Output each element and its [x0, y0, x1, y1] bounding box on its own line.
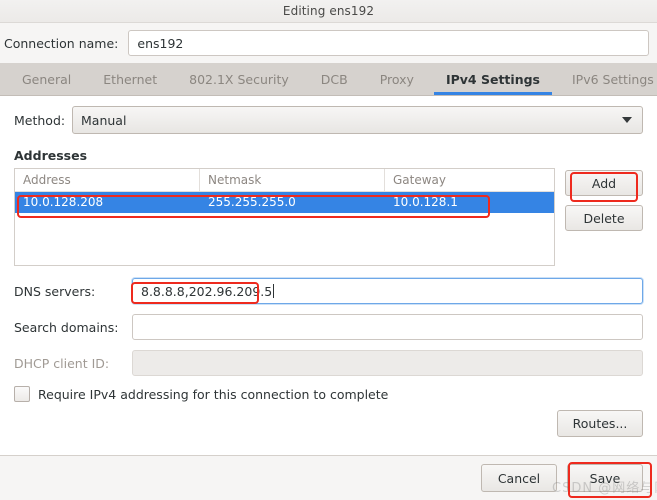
dhcp-client-id-label: DHCP client ID: [14, 355, 110, 371]
require-ipv4-row[interactable]: Require IPv4 addressing for this connect… [14, 386, 643, 402]
search-domains-label: Search domains: [14, 319, 119, 335]
tab-ethernet[interactable]: Ethernet [87, 63, 173, 95]
tab-proxy[interactable]: Proxy [364, 63, 430, 95]
cell-gateway: 10.0.128.1 [393, 195, 458, 209]
search-domains-row: Search domains: [14, 314, 643, 340]
addresses-area: Address Netmask Gateway 10.0.128.208 255… [14, 168, 643, 266]
column-header-address: Address [15, 169, 200, 191]
connection-name-input[interactable]: ens192 [128, 30, 649, 56]
cell-netmask: 255.255.255.0 [208, 195, 296, 209]
tab-8021x-security[interactable]: 802.1X Security [173, 63, 305, 95]
method-row: Method: Manual [14, 106, 643, 134]
addresses-table-header: Address Netmask Gateway [15, 169, 554, 192]
tab-label: Ethernet [103, 71, 158, 87]
routes-button[interactable]: Routes... [557, 410, 643, 437]
require-ipv4-label: Require IPv4 addressing for this connect… [38, 386, 389, 402]
routes-row: Routes... [14, 410, 643, 437]
dns-servers-value: 8.8.8.8,202.96.209.5 [141, 283, 273, 299]
tab-ipv6-settings[interactable]: IPv6 Settings [556, 63, 657, 95]
search-domains-input[interactable] [132, 314, 643, 340]
tab-ipv4-settings[interactable]: IPv4 Settings [430, 63, 556, 95]
cancel-button[interactable]: Cancel [481, 464, 557, 492]
column-header-netmask: Netmask [200, 169, 385, 191]
dhcp-client-id-row: DHCP client ID: [14, 350, 643, 376]
tab-dcb[interactable]: DCB [305, 63, 364, 95]
addresses-side-buttons: Add Delete [565, 168, 643, 231]
tab-label: Proxy [379, 71, 414, 87]
tab-label: DCB [320, 71, 348, 87]
method-label: Method: [14, 112, 66, 128]
connection-name-label: Connection name: [4, 35, 119, 51]
require-ipv4-checkbox[interactable] [14, 386, 30, 402]
tab-general[interactable]: General [6, 63, 87, 95]
chevron-down-icon [622, 117, 632, 123]
addresses-table[interactable]: Address Netmask Gateway 10.0.128.208 255… [14, 168, 555, 266]
column-header-gateway: Gateway [393, 173, 447, 187]
dns-servers-input[interactable]: 8.8.8.8,202.96.209.5 [132, 278, 643, 304]
ipv4-settings-page: Method: Manual Addresses Address Netmask… [0, 96, 657, 456]
watermark: CSDN @网络与网 [552, 481, 657, 496]
add-address-button[interactable]: Add [565, 170, 643, 196]
table-row[interactable]: 10.0.128.208 255.255.255.0 10.0.128.1 [15, 192, 554, 213]
tab-label: General [22, 71, 72, 87]
editing-connection-window: Editing ens192 Connection name: ens192 G… [0, 0, 657, 500]
cell-address: 10.0.128.208 [23, 195, 104, 209]
window-title: Editing ens192 [282, 4, 375, 18]
connection-name-value: ens192 [137, 35, 184, 51]
text-caret [273, 284, 275, 298]
tab-label: 802.1X Security [189, 71, 289, 87]
dhcp-client-id-input [132, 350, 643, 376]
delete-address-button[interactable]: Delete [565, 205, 643, 231]
titlebar: Editing ens192 [0, 0, 657, 23]
dns-servers-row: DNS servers: 8.8.8.8,202.96.209.5 [14, 278, 643, 304]
tab-label: IPv4 Settings [445, 71, 540, 87]
addresses-section-title: Addresses [14, 148, 88, 163]
method-select[interactable]: Manual [72, 106, 643, 134]
settings-tabbar: General Ethernet 802.1X Security DCB Pro… [0, 63, 657, 96]
dns-servers-label: DNS servers: [14, 283, 96, 299]
tab-label: IPv6 Settings [571, 71, 654, 87]
method-selected-value: Manual [81, 112, 127, 128]
connection-name-row: Connection name: ens192 [0, 23, 657, 63]
